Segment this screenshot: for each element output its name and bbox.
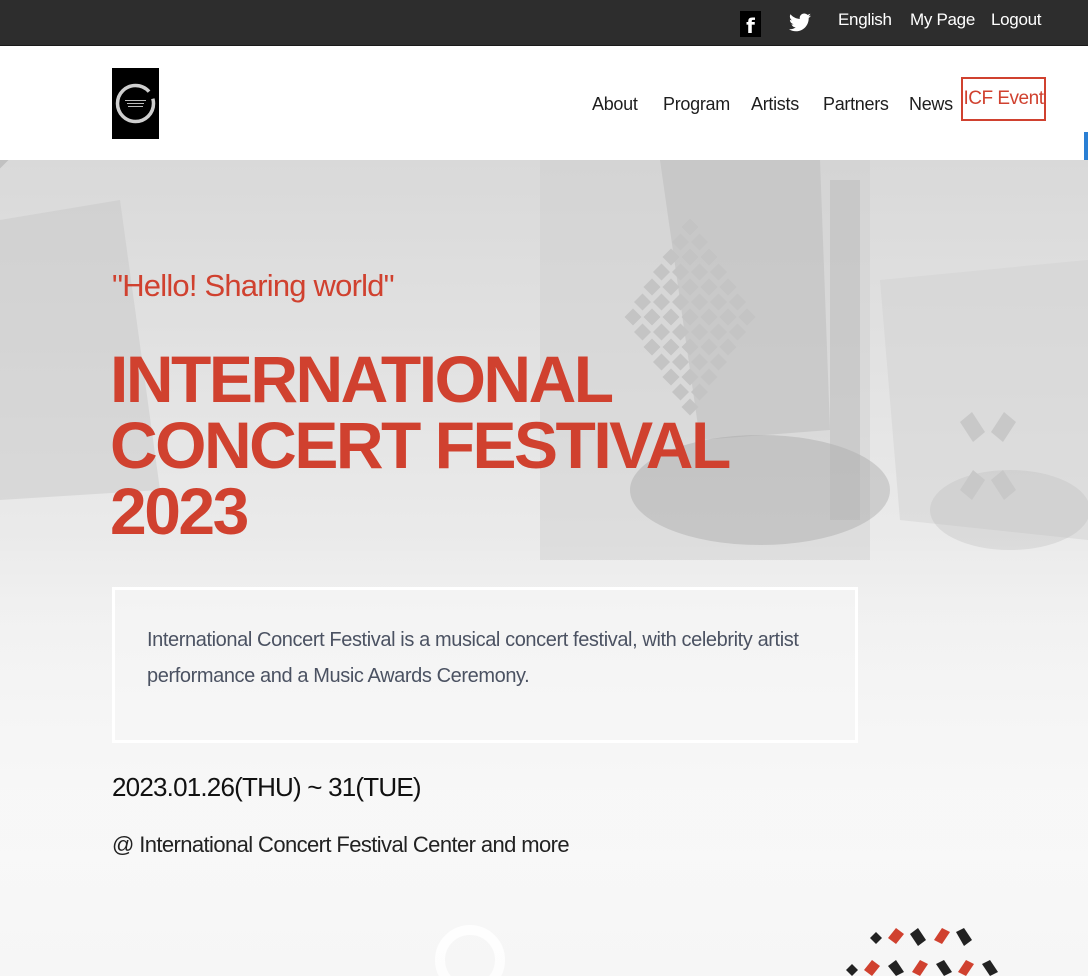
hero-title-line-1: INTERNATIONAL [110,342,614,416]
hero-tagline: "Hello! Sharing world" [112,268,395,303]
top-utility-bar: f English My Page Logout [0,0,1088,46]
diamond-pattern-decoration [0,160,9,169]
nav-about[interactable]: About [592,94,638,115]
festival-venue: @ International Concert Festival Center … [112,832,570,857]
nav-news[interactable]: News [909,94,953,115]
description-box: International Concert Festival is a musi… [112,587,858,743]
language-link[interactable]: English [838,10,892,30]
logout-link[interactable]: Logout [991,10,1042,30]
nav-artists[interactable]: Artists [751,94,799,115]
site-logo[interactable] [112,68,159,139]
facebook-icon[interactable]: f [740,11,761,37]
main-header: About Program Artists Partners News ICF … [0,46,1088,188]
hero-title-line-2: CONCERT FESTIVAL [110,408,731,482]
circle-logo-icon [115,83,156,124]
festival-description: International Concert Festival is a musi… [147,629,799,687]
icf-event-button[interactable]: ICF Event [961,77,1046,121]
hero-section: "Hello! Sharing world" INTERNATIONAL CON… [0,160,1088,976]
hero-title-line-3: 2023 [110,474,249,548]
my-page-link[interactable]: My Page [910,10,975,30]
nav-partners[interactable]: Partners [823,94,889,115]
festival-dates: 2023.01.26(THU) ~ 31(TUE) [112,772,422,802]
nav-program[interactable]: Program [663,94,730,115]
twitter-icon[interactable] [788,11,812,35]
hero-title: INTERNATIONAL CONCERT FESTIVAL 2023 [110,342,731,548]
